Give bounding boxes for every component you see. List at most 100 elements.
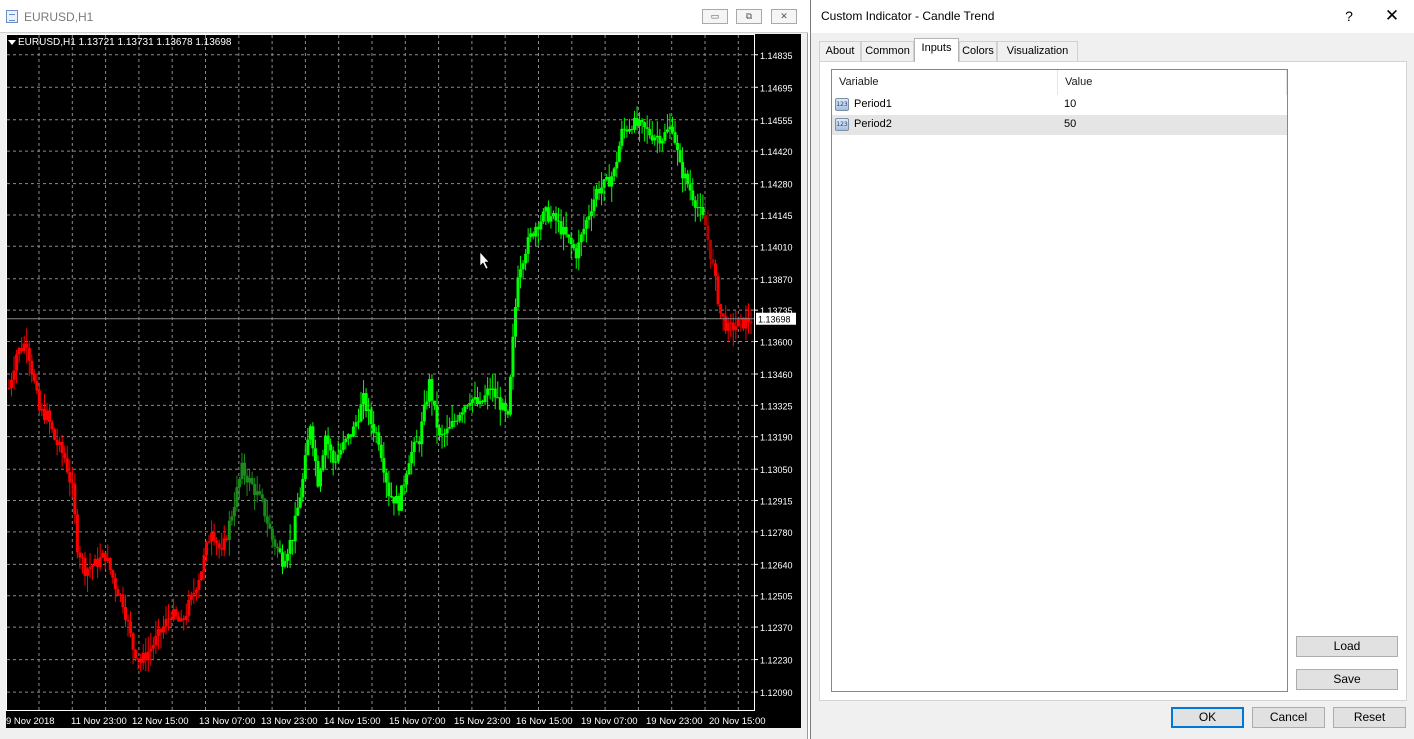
numeric-param-icon: 123 xyxy=(835,118,849,131)
y-tick-label: 1.14555 xyxy=(760,116,793,126)
candle-body xyxy=(432,400,436,405)
help-button[interactable]: ? xyxy=(1339,6,1359,26)
param-value-field[interactable]: 50 xyxy=(1064,118,1076,130)
cancel-button[interactable]: Cancel xyxy=(1252,707,1325,728)
candle-body xyxy=(572,244,576,249)
candle-body xyxy=(232,507,236,517)
column-header-variable[interactable]: Variable xyxy=(832,70,1058,95)
y-tick-label: 1.14145 xyxy=(760,211,793,221)
candle-body xyxy=(298,497,302,508)
candle-body xyxy=(65,458,69,473)
y-tick-label: 1.14280 xyxy=(760,180,793,190)
candle-body xyxy=(293,515,297,542)
x-tick-label: 16 Nov 15:00 xyxy=(516,716,573,727)
y-tick-label: 1.14010 xyxy=(760,242,793,252)
candle-body xyxy=(645,127,649,129)
save-button[interactable]: Save xyxy=(1296,669,1398,690)
candle-body xyxy=(448,427,452,429)
table-row[interactable]: 123 Period2 50 xyxy=(832,115,1287,135)
candle-body xyxy=(407,463,411,475)
chart-window: EURUSD,H1 ▭ ⧉ ✕ 1.14835 1.14695 1.14555 1.1… xyxy=(0,0,808,739)
column-header-value[interactable]: Value xyxy=(1058,70,1287,95)
y-tick-label: 1.12370 xyxy=(760,623,793,633)
candle-body xyxy=(136,658,140,660)
candle-body xyxy=(98,557,102,567)
candle-body xyxy=(154,635,158,646)
candle-body xyxy=(384,472,388,483)
candle-body xyxy=(215,540,219,544)
tab-common[interactable]: Common xyxy=(861,41,914,61)
candle-body xyxy=(184,615,188,620)
candle-body xyxy=(268,523,272,529)
chart-canvas[interactable]: 1.14835 1.14695 1.14555 1.14420 1.14280 1.141… xyxy=(6,34,801,728)
candle-body xyxy=(263,498,267,517)
ok-button[interactable]: OK xyxy=(1171,707,1244,728)
candle-body xyxy=(351,426,355,437)
candle-body xyxy=(602,179,606,188)
candle-body xyxy=(579,234,583,243)
candle-body xyxy=(719,304,723,314)
price-chart[interactable]: 1.14835 1.14695 1.14555 1.14420 1.14280 1.141… xyxy=(6,34,801,728)
candle-body xyxy=(207,541,211,543)
y-tick-label: 1.13600 xyxy=(760,337,793,347)
candle-body xyxy=(164,618,168,627)
candle-body xyxy=(665,129,669,133)
candle-body xyxy=(736,319,740,327)
candle-body xyxy=(577,242,581,259)
candle-body xyxy=(91,565,95,568)
candle-body xyxy=(341,442,345,451)
candle-body xyxy=(660,140,664,144)
candle-body xyxy=(511,336,515,377)
candle-body xyxy=(450,421,454,428)
candle-body xyxy=(615,161,619,169)
candle-body xyxy=(48,410,52,423)
chart-menu-arrow-icon[interactable] xyxy=(8,40,16,45)
candle-body xyxy=(470,399,474,403)
candle-body xyxy=(123,606,127,620)
candle-body xyxy=(693,200,697,208)
y-tick-label: 1.13050 xyxy=(760,465,793,475)
x-tick-label: 19 Nov 23:00 xyxy=(646,716,703,727)
candle-body xyxy=(126,619,130,622)
candle-body xyxy=(620,128,624,146)
chart-titlebar[interactable]: EURUSD,H1 ▭ ⧉ ✕ xyxy=(0,0,808,33)
candle-body xyxy=(503,402,507,412)
candle-body xyxy=(63,452,67,459)
candle-body xyxy=(12,370,16,380)
candle-body xyxy=(387,482,391,497)
tab-inputs[interactable]: Inputs xyxy=(914,38,959,62)
close-icon[interactable]: ✕ xyxy=(1381,5,1403,27)
candle-body xyxy=(589,211,593,217)
tab-about[interactable]: About xyxy=(819,41,861,61)
restore-button[interactable]: ⧉ xyxy=(736,9,762,24)
y-tick-label: 1.13460 xyxy=(760,370,793,380)
dialog-titlebar[interactable]: Custom Indicator - Candle Trend ? ✕ xyxy=(811,0,1414,33)
candle-body xyxy=(617,145,621,162)
candle-body xyxy=(483,395,487,403)
candle-body xyxy=(318,470,322,487)
param-value-field[interactable]: 10 xyxy=(1064,98,1076,110)
candle-body xyxy=(686,173,690,185)
inputs-table[interactable]: Variable Value 123 Period1 10 123 Period… xyxy=(831,69,1288,692)
candle-body xyxy=(37,390,41,411)
candle-body xyxy=(663,132,667,141)
candle-body xyxy=(275,546,279,549)
close-icon[interactable]: ✕ xyxy=(771,9,797,24)
candle-body xyxy=(222,538,226,550)
y-tick-label: 1.12780 xyxy=(760,528,793,538)
indicator-dialog: Custom Indicator - Candle Trend ? ✕ Abou… xyxy=(810,0,1414,739)
candle-body xyxy=(243,462,247,476)
candle-body xyxy=(420,421,424,445)
candle-body xyxy=(435,404,439,428)
load-button[interactable]: Load xyxy=(1296,636,1398,657)
candle-body xyxy=(412,442,416,453)
table-row[interactable]: 123 Period1 10 xyxy=(832,95,1287,115)
candle-body xyxy=(600,187,604,194)
reset-button[interactable]: Reset xyxy=(1333,707,1406,728)
candle-body xyxy=(592,199,596,212)
candle-body xyxy=(303,455,307,479)
tab-colors[interactable]: Colors xyxy=(959,41,997,61)
tab-visualization[interactable]: Visualization xyxy=(997,41,1078,61)
x-tick-label: 12 Nov 15:00 xyxy=(132,716,189,727)
minimize-button[interactable]: ▭ xyxy=(702,9,728,24)
